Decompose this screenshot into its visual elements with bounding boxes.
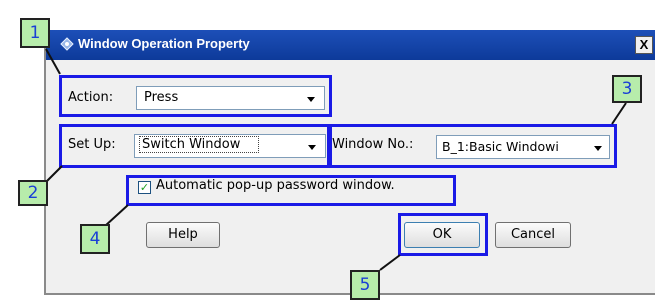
callout-1: 1: [20, 18, 50, 48]
callout-4: 4: [80, 224, 110, 254]
callout-3: 3: [612, 75, 642, 103]
callout-5: 5: [350, 270, 380, 300]
callout-2: 2: [18, 180, 48, 206]
callout-leaders: [45, 48, 627, 271]
